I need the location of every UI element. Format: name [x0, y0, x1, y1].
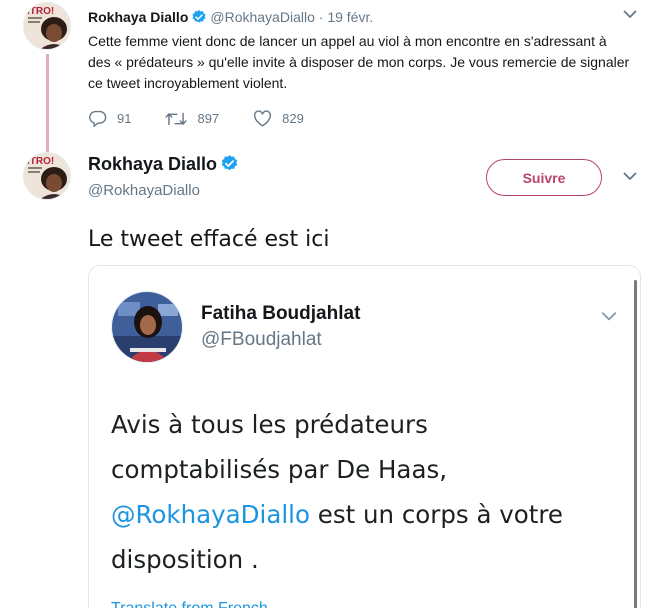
embedded-tweet-text: Avis à tous les prédateurs comptabilisés…: [111, 402, 621, 582]
chevron-down-icon[interactable]: [622, 168, 638, 189]
embedded-line-3-rest: est un corps à votre: [309, 500, 563, 529]
verified-badge-icon: [191, 9, 207, 28]
embedded-author-name: Fatiha Boudjahlat: [201, 303, 361, 324]
retweet-count: 897: [197, 111, 220, 126]
author-handle[interactable]: @RokhayaDiallo: [210, 9, 314, 25]
tweet-date[interactable]: 19 févr.: [327, 9, 373, 25]
avatar-caption: ITRO!: [27, 6, 54, 17]
avatar-rokhaya-main[interactable]: ITRO!: [23, 152, 71, 200]
avatar-fatiha: [111, 291, 183, 363]
scrollbar: [634, 280, 637, 608]
reply-icon: [89, 110, 107, 127]
embedded-line-3: @RokhayaDiallo est un corps à votre: [111, 492, 621, 537]
separator-dot: ·: [314, 9, 328, 25]
chevron-down-icon[interactable]: [622, 6, 638, 27]
like-count: 829: [282, 111, 304, 126]
reply-tweet-text: Cette femme vient donc de lancer un appe…: [88, 33, 630, 91]
embedded-line-1: Avis à tous les prédateurs: [111, 410, 428, 439]
mention-link: @RokhayaDiallo: [111, 500, 310, 529]
tweet-actions: 91 897 829: [88, 110, 338, 127]
reply-button[interactable]: 91: [88, 110, 131, 127]
translate-link: Translate from French: [111, 600, 268, 608]
embedded-line-2: comptabilisés par De Haas,: [111, 455, 448, 484]
embedded-line-4: disposition .: [111, 545, 259, 574]
retweet-icon: [165, 112, 187, 125]
author-name[interactable]: Rokhaya Diallo: [88, 9, 188, 25]
author-name[interactable]: Rokhaya Diallo: [88, 154, 217, 174]
reply-tweet-header: Rokhaya Diallo @RokhayaDiallo · 19 févr.: [88, 9, 373, 28]
retweet-button[interactable]: 897: [165, 110, 219, 127]
like-icon: [254, 110, 272, 127]
reply-count: 91: [117, 111, 132, 126]
chevron-down-icon: [600, 307, 618, 330]
author-handle[interactable]: @RokhayaDiallo: [88, 182, 200, 199]
avatar-caption: ITRO!: [27, 156, 54, 167]
follow-button[interactable]: Suivre: [486, 159, 602, 196]
embedded-tweet-image[interactable]: Fatiha Boudjahlat @FBoudjahlat Avis à to…: [88, 265, 641, 608]
thread-line: [46, 54, 49, 152]
like-button[interactable]: 829: [253, 110, 304, 127]
verified-badge-icon: [220, 154, 239, 178]
embedded-author-handle: @FBoudjahlat: [201, 329, 322, 350]
main-author-line: Rokhaya Diallo: [88, 154, 242, 178]
main-tweet-text: Le tweet effacé est ici: [88, 227, 330, 252]
avatar-rokhaya-reply[interactable]: ITRO!: [23, 2, 71, 50]
